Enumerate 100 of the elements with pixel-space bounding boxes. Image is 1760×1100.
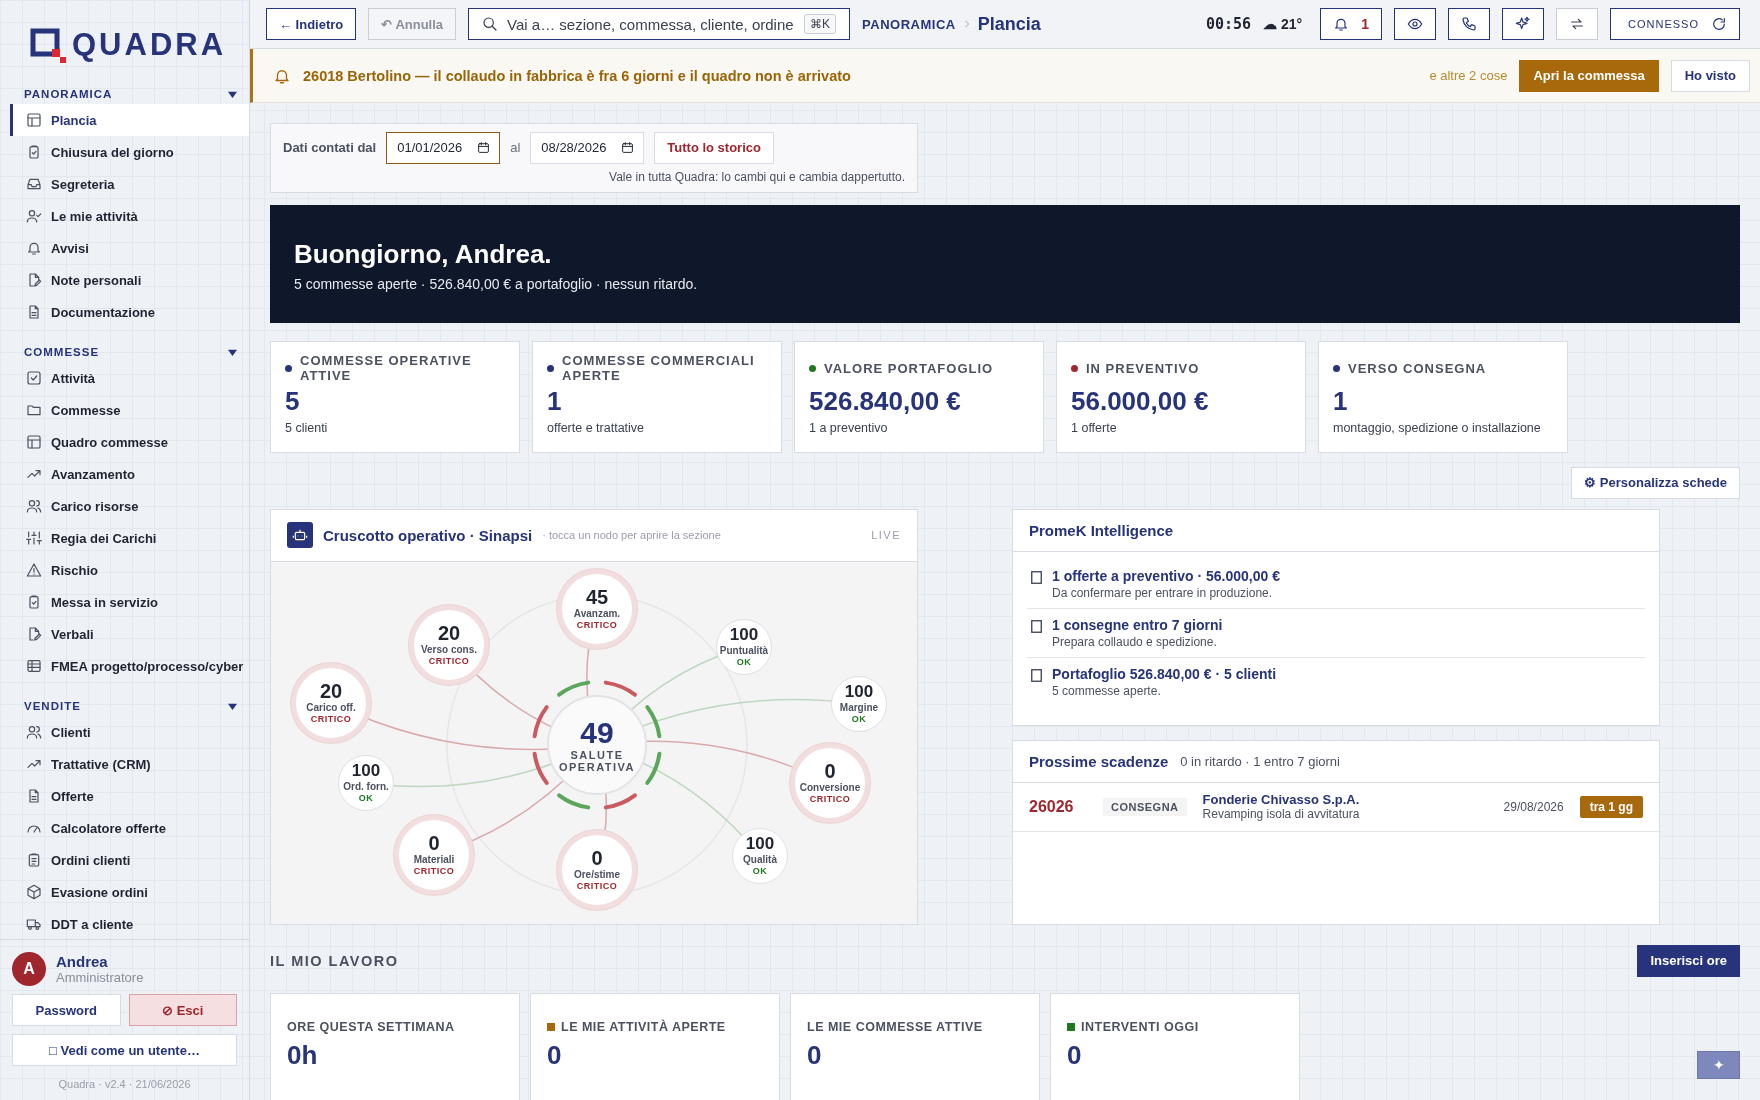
card-title: PromeK Intelligence	[1029, 521, 1174, 539]
sidebar-item[interactable]: Verbali	[10, 618, 249, 650]
metric-node[interactable]: 100 Qualità OK	[732, 827, 788, 884]
history-button[interactable]: Tutto lo storico	[654, 131, 774, 164]
sidebar-item[interactable]: Note personali	[10, 264, 249, 296]
clipboard-icon	[26, 144, 42, 160]
logout-button[interactable]: ⊘ Esci	[128, 994, 237, 1026]
document-pencil-icon	[26, 272, 42, 288]
insight-link[interactable]: 1 offerte a preventivo · 56.000,00 €	[1052, 567, 1280, 584]
customize-button[interactable]: ⚙ Personalizza schede	[1571, 466, 1740, 499]
notifications-button[interactable]: 1	[1320, 8, 1382, 41]
filter-note: Vale in tutta Quadra: lo cambi qui e cambia dappertutto.	[608, 169, 905, 184]
section-title: IL MIO LAVORO	[270, 952, 399, 969]
phone-button[interactable]	[1448, 8, 1490, 41]
sidebar-item[interactable]: Trattative (CRM)	[10, 748, 249, 780]
insight-link[interactable]: 1 consegne entro 7 giorni	[1052, 616, 1223, 633]
sidebar-item[interactable]: Clienti	[10, 716, 249, 748]
log-hours-button[interactable]: Inserisci ore	[1637, 944, 1740, 977]
card-hint: · tocca un nodo per aprire la sezione	[542, 529, 722, 542]
metric-node[interactable]: 20 Carico off. CRITICO	[291, 662, 371, 743]
sidebar-item[interactable]: Evasione ordini	[10, 876, 249, 908]
sidebar-item[interactable]: Offerte	[10, 780, 249, 812]
sidebar-item[interactable]: Messa in servizio	[10, 586, 249, 618]
insight-text: Da confermare per entrare in produzione.	[1052, 585, 1274, 600]
metric-node[interactable]: 100 Margine OK	[831, 675, 887, 732]
calendar-icon	[621, 140, 635, 154]
sidebar-item[interactable]: Quadro commesse	[10, 426, 249, 458]
square-icon	[1031, 619, 1042, 633]
caret-icon[interactable]	[228, 89, 237, 99]
sidebar-item[interactable]: Segreteria	[10, 168, 249, 200]
score-value: 49	[580, 716, 614, 750]
sidebar-item[interactable]: Commesse	[10, 394, 249, 426]
table-icon	[26, 658, 42, 674]
metric-note: 1 offerte	[1071, 420, 1118, 435]
metric-node[interactable]: 20 Verso cons. CRITICO	[409, 604, 489, 685]
client-name: Fonderie Chivasso S.p.A.	[1202, 792, 1361, 808]
sliders-icon	[26, 530, 42, 546]
sidebar-item[interactable]: Rischio	[10, 554, 249, 586]
metric-node[interactable]: 0 Ore/stime CRITICO	[557, 829, 637, 910]
layout-icon	[26, 112, 42, 128]
sidebar-item[interactable]: Regia dei Carichi	[10, 522, 249, 554]
password-button[interactable]: Password	[12, 994, 121, 1026]
layout-icon	[26, 434, 42, 450]
insight-link[interactable]: Portafoglio 526.840,00 € · 5 clienti	[1052, 665, 1277, 682]
sidebar-item[interactable]: Attività	[10, 362, 249, 394]
connection-button[interactable]: CONNESSO	[1610, 8, 1740, 41]
sidebar-item[interactable]: Documentazione	[10, 296, 249, 328]
sidebar-item[interactable]: DDT a cliente	[10, 908, 249, 939]
sidebar-item[interactable]: Avanzamento	[10, 458, 249, 490]
greeting-title: Buongiorno, Andrea.	[294, 238, 553, 270]
metric-label: COMMESSE OPERATIVE ATTIVE	[300, 354, 473, 383]
filter-label: Dati contati dal	[283, 140, 377, 156]
view-as-button[interactable]: □ Vedi come un utente…	[12, 1034, 237, 1066]
dismiss-button[interactable]: Ho visto	[1670, 59, 1750, 92]
card-title: Cruscotto operativo · Sinapsi	[323, 526, 533, 544]
alert-message: 26018 Bertolino — il collaudo in fabbrica è fra 6 giorni e il quadro non è arrivato	[303, 67, 852, 84]
clipboard-list-icon	[26, 852, 42, 868]
order-code[interactable]: 26026	[1029, 797, 1087, 816]
caret-icon[interactable]	[228, 347, 237, 357]
metric-note: montaggio, spedizione o installazione	[1333, 420, 1542, 435]
page-title: Plancia	[977, 13, 1041, 35]
date-field[interactable]: 01/01/2026	[386, 131, 501, 164]
document-icon	[26, 788, 42, 804]
metric-node[interactable]: 100 Puntualità OK	[716, 618, 772, 675]
due-badge: tra 1 gg	[1579, 795, 1643, 818]
sidebar-item[interactable]: Ordini clienti	[10, 844, 249, 876]
date-field[interactable]: 08/28/2026	[530, 131, 645, 164]
warning-icon	[26, 562, 42, 578]
metric-node[interactable]: 0 Conversione CRITICO	[790, 742, 870, 823]
sidebar-item[interactable]: Avvisi	[10, 232, 249, 264]
breadcrumb-link[interactable]: PANORAMICA	[862, 16, 956, 32]
caret-icon[interactable]	[228, 701, 237, 711]
search-icon	[482, 16, 499, 33]
sidebar-item[interactable]: Plancia	[10, 104, 249, 136]
sidebar-item[interactable]: Le mie attività	[10, 200, 249, 232]
swap-button[interactable]	[1556, 8, 1598, 41]
metric-node[interactable]: 100 Ord. forn. OK	[338, 754, 394, 811]
notification-count: 1	[1361, 16, 1369, 33]
metric-node[interactable]: 45 Avanzam. CRITICO	[557, 568, 637, 649]
score-label: SALUTE OPERATIVA	[557, 749, 636, 774]
shortcut-key: ⌘K	[804, 14, 837, 35]
sidebar-item[interactable]: FMEA progetto/processo/cyber	[10, 650, 249, 682]
back-button[interactable]: ← Indietro	[266, 8, 357, 41]
metric-note: 5 clienti	[285, 420, 329, 435]
sidebar-item[interactable]: Calcolatore offerte	[10, 812, 249, 844]
sidebar-item[interactable]: Chiusura del giorno	[10, 136, 249, 168]
user-check-icon	[26, 208, 42, 224]
metric-label: VERSO CONSEGNA	[1348, 361, 1487, 376]
metric-note: 1 a preventivo	[809, 420, 889, 435]
clock: 00:56	[1206, 15, 1252, 34]
open-button[interactable]: Apri la commessa	[1519, 59, 1659, 92]
due-date: 29/08/2026	[1503, 799, 1564, 814]
sidebar-item[interactable]: Carico risorse	[10, 490, 249, 522]
insight-text: 5 commesse aperte.	[1052, 683, 1162, 698]
assistant-button[interactable]	[1502, 8, 1544, 41]
metric-node[interactable]: 0 Materiali CRITICO	[394, 814, 474, 895]
clipboard-icon	[26, 594, 42, 610]
work-value: 0	[547, 1039, 563, 1071]
square-icon	[1031, 668, 1042, 682]
eye-button[interactable]	[1394, 8, 1436, 41]
